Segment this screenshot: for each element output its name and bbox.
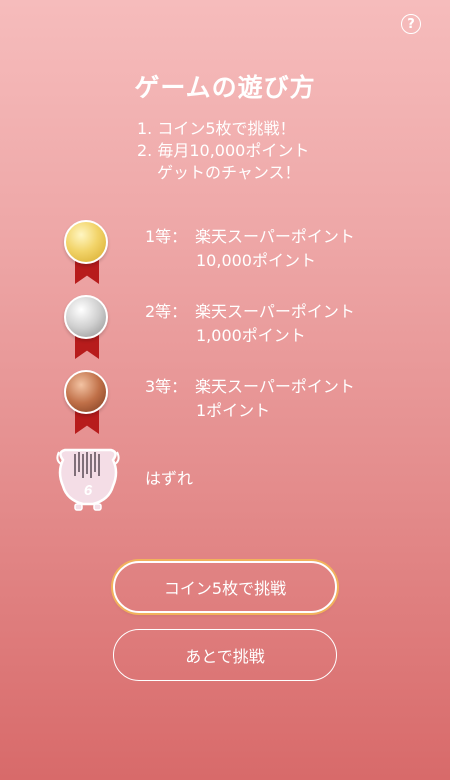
rules-list: 1. コイン5枚で挑戦！ 2. 毎月10,000ポイント ゲットのチャンス！	[137, 118, 309, 184]
prize-points: 10,000ポイント	[196, 251, 316, 270]
help-icon[interactable]: ?	[401, 14, 421, 34]
silver-medal-icon	[62, 295, 112, 361]
prize-2: 2等： 楽天スーパーポイント 1,000ポイント	[145, 300, 355, 348]
prize-name: 楽天スーパーポイント	[195, 377, 355, 396]
prize-rank: 2等：	[145, 302, 188, 321]
bronze-medal-icon	[62, 370, 112, 436]
rule-1: 1. コイン5枚で挑戦！	[137, 119, 296, 138]
prize-points: 1,000ポイント	[196, 326, 306, 345]
rule-3: ゲットのチャンス！	[137, 162, 309, 184]
prize-rank: 3等：	[145, 377, 188, 396]
prize-rank: 1等：	[145, 227, 188, 246]
prize-1: 1等： 楽天スーパーポイント 10,000ポイント	[145, 225, 355, 273]
prize-3: 3等： 楽天スーパーポイント 1ポイント	[145, 375, 355, 423]
rule-3-text: ゲットのチャンス！	[157, 163, 301, 182]
prize-name: 楽天スーパーポイント	[195, 302, 355, 321]
prize-name: 楽天スーパーポイント	[195, 227, 355, 246]
medal-disc	[64, 370, 108, 414]
challenge-button[interactable]: コイン5枚で挑戦	[113, 561, 337, 613]
rule-2: 2. 毎月10,000ポイント	[137, 141, 310, 160]
medal-disc	[64, 295, 108, 339]
lose-label: はずれ	[145, 469, 194, 488]
pig-text: 6	[84, 482, 93, 499]
gold-medal-icon	[62, 220, 112, 286]
later-button[interactable]: あとで挑戦	[113, 629, 337, 681]
piggy-bank-icon: 6	[56, 448, 120, 511]
medal-disc	[64, 220, 108, 264]
page-title: ゲームの遊び方	[134, 73, 316, 102]
prize-points: 1ポイント	[196, 401, 271, 420]
